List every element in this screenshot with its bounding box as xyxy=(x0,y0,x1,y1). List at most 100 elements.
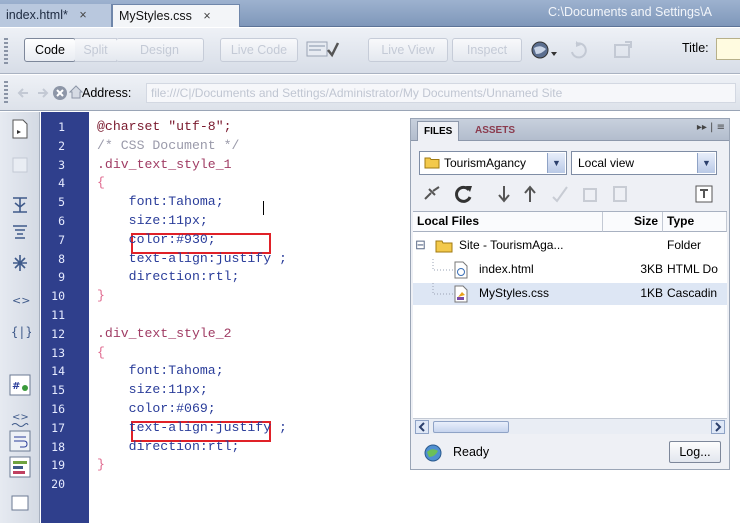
code-line[interactable]: font:Tahoma; xyxy=(97,363,224,379)
file-type: Folder xyxy=(667,238,702,252)
line-number: 11 xyxy=(51,308,65,322)
tab-mystyles-css[interactable]: MyStyles.css × xyxy=(112,4,240,27)
line-number: 3 xyxy=(58,157,65,172)
column-header-type[interactable]: Type xyxy=(663,212,727,232)
line-numbers-icon[interactable]: # xyxy=(9,374,31,396)
inspect-button[interactable]: Inspect xyxy=(452,38,522,62)
svg-text:#: # xyxy=(12,381,20,392)
panel-tab-bar: FILES ASSETS ▸▸ | ≡ xyxy=(411,119,729,141)
tab-assets[interactable]: ASSETS xyxy=(469,121,521,141)
visual-aids-icon[interactable] xyxy=(612,40,634,60)
check-in-icon[interactable] xyxy=(579,183,601,205)
put-files-icon[interactable] xyxy=(519,183,541,205)
code-line[interactable]: size:11px; xyxy=(97,213,208,229)
syntax-coloring-icon[interactable] xyxy=(9,456,31,478)
back-arrow-icon[interactable] xyxy=(16,85,32,101)
line-number: 17 xyxy=(51,420,65,435)
refresh-icon[interactable] xyxy=(453,183,475,205)
split-view-button[interactable]: Split xyxy=(75,38,117,62)
site-dropdown-value: TourismAgancy xyxy=(444,156,527,170)
html-file-icon xyxy=(454,261,468,279)
log-button[interactable]: Log... xyxy=(669,441,721,463)
line-number: 16 xyxy=(51,402,65,416)
collapse-selection-icon[interactable] xyxy=(9,222,31,244)
code-line[interactable]: } xyxy=(97,288,105,304)
tab-index-html[interactable]: index.html* × xyxy=(0,4,112,27)
toolbar-grip[interactable] xyxy=(4,81,8,105)
file-path: C:\Documents and Settings\A xyxy=(548,5,712,19)
file-size: 3KB xyxy=(640,262,663,276)
site-dropdown[interactable]: TourismAgancy ▼ xyxy=(419,151,567,175)
tab-label: MyStyles.css xyxy=(119,9,192,23)
expand-all-icon[interactable] xyxy=(9,252,31,274)
code-line[interactable]: direction:rtl; xyxy=(97,439,240,455)
title-input[interactable] xyxy=(716,38,740,60)
close-icon[interactable]: × xyxy=(203,9,210,23)
live-view-button[interactable]: Live View xyxy=(368,38,448,62)
column-header-size[interactable]: Size xyxy=(603,212,663,232)
design-view-button[interactable]: Design xyxy=(116,38,204,62)
code-line[interactable]: direction:rtl; xyxy=(97,269,240,285)
show-code-navigator-icon[interactable] xyxy=(9,154,31,176)
close-icon[interactable]: × xyxy=(79,8,86,22)
code-line[interactable]: { xyxy=(97,175,105,191)
file-name: Site - TourismAga... xyxy=(459,238,564,252)
view-dropdown-value: Local view xyxy=(578,156,635,170)
code-line[interactable]: text-align:justify ; xyxy=(97,420,287,436)
toolbar-grip[interactable] xyxy=(4,38,8,64)
globe-preview-icon[interactable] xyxy=(530,40,560,60)
highlight-invalid-code-icon[interactable]: <> xyxy=(9,408,31,430)
line-number: 2 xyxy=(58,138,65,153)
select-parent-tag-icon[interactable]: <> xyxy=(9,288,31,310)
line-number: 19 xyxy=(51,458,65,473)
list-item-site-folder[interactable]: ⊟ Site - TourismAga... Folder xyxy=(413,235,727,257)
code-line[interactable]: .div_text_style_2 xyxy=(97,326,232,342)
line-number: 6 xyxy=(58,214,65,228)
column-header-local-files[interactable]: Local Files xyxy=(413,212,603,232)
code-line[interactable]: text-align:justify ; xyxy=(97,251,287,267)
connect-icon[interactable] xyxy=(421,183,443,205)
expand-panel-icon[interactable] xyxy=(693,183,715,205)
open-documents-icon[interactable] xyxy=(9,118,31,140)
apply-comment-icon[interactable] xyxy=(9,492,31,514)
check-browser-icon[interactable] xyxy=(306,40,340,60)
scroll-right-icon[interactable] xyxy=(711,420,725,434)
word-wrap-icon[interactable] xyxy=(9,430,31,452)
list-item-index-html[interactable]: index.html 3KB HTML Do xyxy=(413,259,727,281)
code-line[interactable]: color:#930; xyxy=(97,232,216,248)
live-code-button[interactable]: Live Code xyxy=(220,38,298,62)
list-item-mystyles-css[interactable]: MyStyles.css 1KB Cascadin xyxy=(413,283,727,305)
collapse-full-tag-icon[interactable] xyxy=(9,194,31,216)
code-line[interactable]: color:#069; xyxy=(97,401,216,417)
code-line[interactable]: } xyxy=(97,457,105,473)
code-editor[interactable]: @charset "utf-8"; /* CSS Document */ .div_… xyxy=(89,112,398,523)
check-out-icon[interactable] xyxy=(549,183,571,205)
scroll-left-icon[interactable] xyxy=(415,420,429,434)
refresh-icon[interactable] xyxy=(568,40,590,60)
code-line[interactable]: /* CSS Document */ xyxy=(97,138,239,154)
forward-arrow-icon[interactable] xyxy=(34,85,50,101)
view-dropdown[interactable]: Local view ▼ xyxy=(571,151,717,175)
balance-braces-icon[interactable]: {|} xyxy=(9,320,31,342)
code-line[interactable]: { xyxy=(97,345,105,361)
code-line[interactable]: @charset "utf-8"; xyxy=(97,119,232,135)
folder-icon xyxy=(435,240,453,253)
collapse-toggle-icon[interactable]: ⊟ xyxy=(415,237,426,253)
svg-text:{|}: {|} xyxy=(11,325,31,339)
panel-options-menu[interactable]: ▸▸ | ≡ xyxy=(697,122,725,133)
address-input[interactable]: file:///C|/Documents and Settings/Admini… xyxy=(146,83,736,103)
address-label: Address: xyxy=(82,86,132,100)
tab-files[interactable]: FILES xyxy=(417,121,460,141)
scrollbar-thumb[interactable] xyxy=(433,421,509,433)
code-view-button[interactable]: Code xyxy=(24,38,76,62)
synchronize-icon[interactable] xyxy=(609,183,631,205)
code-line[interactable]: size:11px; xyxy=(97,382,208,398)
stop-icon[interactable] xyxy=(52,85,68,101)
line-number: 18 xyxy=(51,439,65,454)
chevron-down-icon: ▼ xyxy=(547,153,565,173)
horizontal-scrollbar[interactable] xyxy=(413,418,727,434)
line-number: 10 xyxy=(51,289,65,304)
code-line[interactable]: font:Tahoma; xyxy=(97,194,224,210)
code-line[interactable]: .div_text_style_1 xyxy=(97,157,232,173)
get-files-icon[interactable] xyxy=(493,183,515,205)
